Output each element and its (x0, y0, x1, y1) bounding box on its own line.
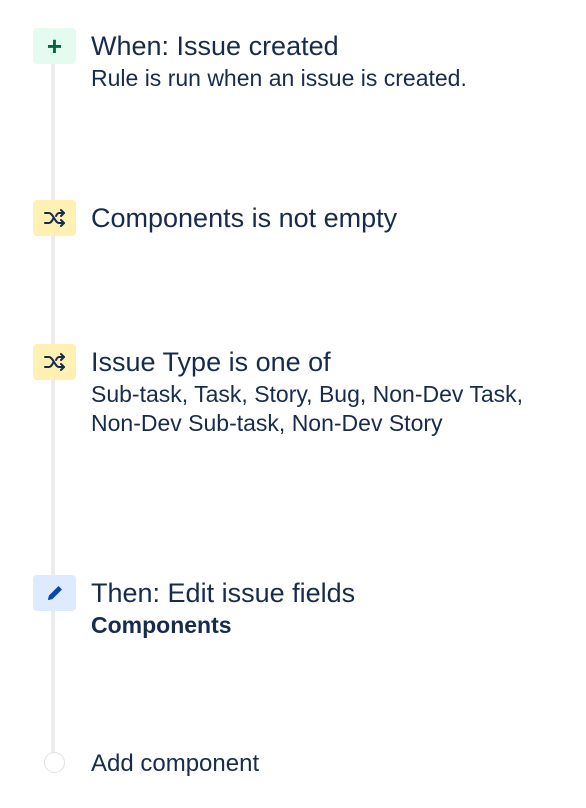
add-component-label: Add component (91, 750, 260, 777)
rule-step-trigger[interactable]: + When: Issue created Rule is run when a… (33, 28, 573, 100)
shuffle-icon (33, 344, 76, 380)
step-description: Components (91, 612, 232, 638)
step-title: Then: Edit issue fields (91, 578, 356, 608)
add-circle-icon (44, 752, 65, 773)
step-title: Components is not empty (91, 203, 398, 233)
plus-icon: + (33, 28, 76, 64)
step-description: Sub-task, Task, Story, Bug, Non-Dev Task… (91, 381, 524, 436)
step-description: Rule is run when an issue is created. (91, 65, 467, 91)
shuffle-icon (33, 200, 76, 236)
pencil-icon (33, 575, 76, 611)
add-component-button[interactable]: Add component (44, 748, 444, 780)
rule-step-action-edit-fields[interactable]: Then: Edit issue fields Components (33, 575, 573, 647)
step-title: When: Issue created (91, 31, 339, 61)
step-title: Issue Type is one of (91, 347, 331, 377)
rule-step-condition-issue-type[interactable]: Issue Type is one of Sub-task, Task, Sto… (33, 344, 573, 474)
rule-step-condition-components[interactable]: Components is not empty (33, 200, 573, 236)
